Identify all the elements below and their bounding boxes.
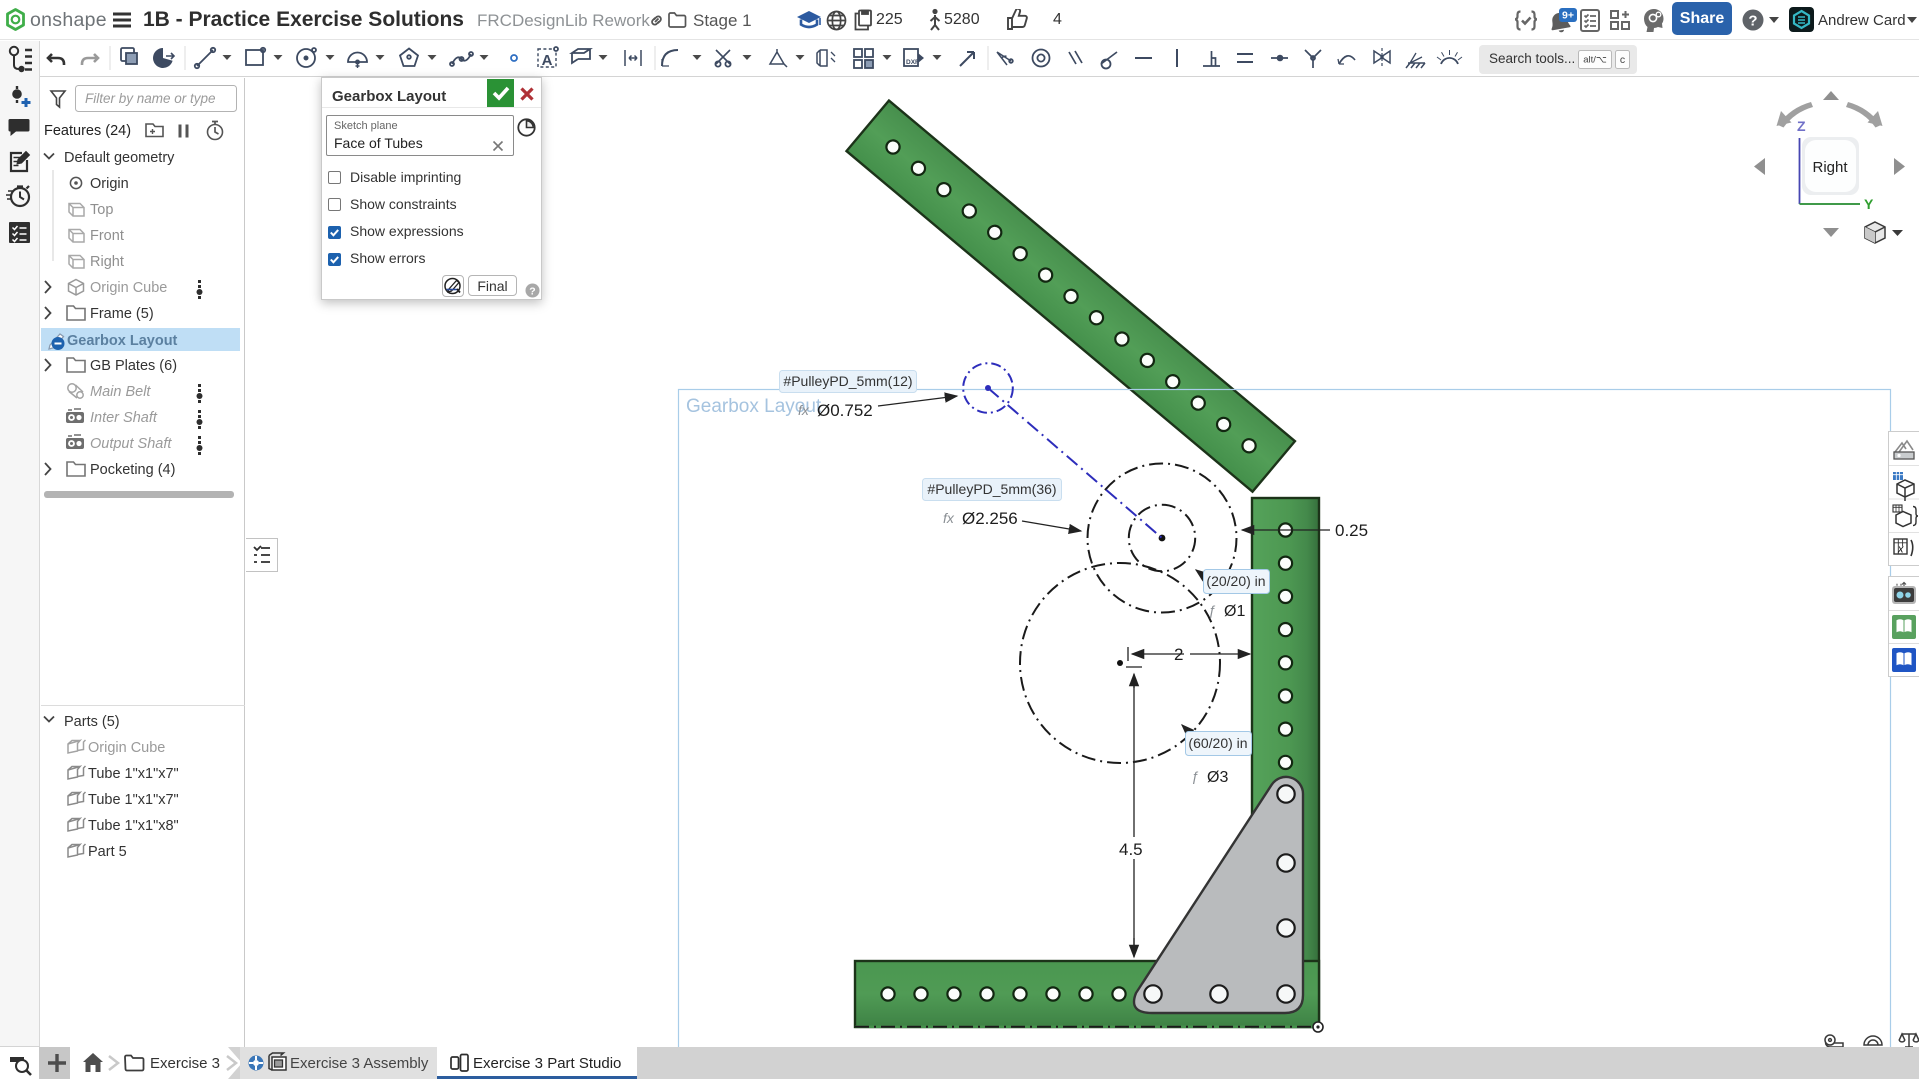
svg-text:Main Belt: Main Belt	[90, 384, 151, 400]
svg-text:Origin: Origin	[90, 176, 129, 192]
svg-text:0.25: 0.25	[1335, 521, 1368, 540]
svg-text:Filter by name or type: Filter by name or type	[85, 91, 216, 106]
svg-text:c: c	[1620, 54, 1625, 66]
svg-text:fx: fx	[798, 402, 810, 418]
svg-text:alt/⌥: alt/⌥	[1583, 55, 1607, 66]
svg-text:#PulleyPD_5mm(12): #PulleyPD_5mm(12)	[783, 373, 912, 389]
svg-text:Tube 1"x1"x8": Tube 1"x1"x8"	[88, 818, 179, 834]
svg-text:A: A	[542, 52, 553, 69]
svg-text:Frame (5): Frame (5)	[90, 306, 154, 322]
svg-text:Default geometry: Default geometry	[64, 150, 175, 166]
svg-text:ƒ: ƒ	[1208, 602, 1216, 618]
svg-text:Tube 1"x1"x7": Tube 1"x1"x7"	[88, 792, 179, 808]
svg-text:(20/20) in: (20/20) in	[1206, 573, 1265, 589]
svg-text:Ø0.752: Ø0.752	[817, 401, 873, 420]
svg-text:Right: Right	[90, 254, 124, 270]
svg-text:Z: Z	[1797, 118, 1806, 134]
svg-text:Ø2.256: Ø2.256	[962, 509, 1018, 528]
svg-text:2: 2	[1174, 645, 1183, 664]
svg-text:(60/20) in: (60/20) in	[1188, 735, 1247, 751]
svg-text:▲▲: ▲▲	[1895, 582, 1903, 587]
svg-text:DXF: DXF	[906, 59, 919, 66]
svg-text:#PulleyPD_5mm(36): #PulleyPD_5mm(36)	[927, 481, 1056, 497]
svg-text:GB Plates (6): GB Plates (6)	[90, 358, 177, 374]
svg-text:fx: fx	[943, 510, 955, 526]
svg-text:Right: Right	[1812, 159, 1848, 176]
svg-text:Output Shaft: Output Shaft	[90, 436, 172, 452]
svg-text:Pocketing (4): Pocketing (4)	[90, 462, 175, 478]
svg-text:Ø3: Ø3	[1207, 769, 1228, 786]
svg-text:?: ?	[529, 286, 535, 298]
svg-text:Tube 1"x1"x7": Tube 1"x1"x7"	[88, 766, 179, 782]
svg-text:Search tools...: Search tools...	[1489, 51, 1575, 66]
svg-text:Gearbox Layout: Gearbox Layout	[67, 333, 178, 349]
svg-text:ƒ: ƒ	[1191, 768, 1199, 784]
svg-text:9+: 9+	[1562, 10, 1574, 22]
svg-text:Parts (5): Parts (5)	[64, 714, 120, 730]
svg-text:Inter Shaft: Inter Shaft	[90, 410, 158, 426]
svg-text:Top: Top	[90, 202, 113, 218]
svg-text:Part 5: Part 5	[88, 844, 127, 860]
svg-text:?: ?	[1748, 13, 1757, 30]
svg-text:Ø1: Ø1	[1224, 603, 1245, 620]
svg-text:4.5: 4.5	[1119, 840, 1143, 859]
svg-text:x: x	[1897, 544, 1904, 556]
svg-text:Front: Front	[90, 228, 124, 244]
svg-text:Origin Cube: Origin Cube	[88, 740, 165, 756]
svg-text:Y: Y	[1864, 196, 1874, 212]
svg-text:Features (24): Features (24)	[44, 123, 131, 139]
svg-text:Origin Cube: Origin Cube	[90, 280, 167, 296]
